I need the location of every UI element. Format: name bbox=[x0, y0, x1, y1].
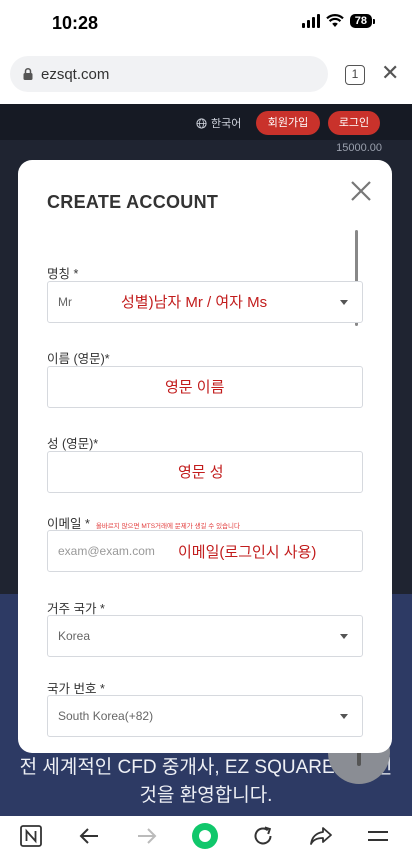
chevron-down-icon bbox=[340, 634, 348, 639]
close-icon[interactable]: ✕ bbox=[381, 60, 399, 86]
naver-home-icon[interactable] bbox=[20, 825, 42, 847]
phone-code-select-value: South Korea(+82) bbox=[58, 709, 154, 723]
join-button[interactable]: 회원가입 bbox=[256, 111, 320, 135]
title-note: 성별)남자 Mr / 여자 Ms bbox=[121, 294, 268, 311]
email-hint: 올바르지 않으면 MTS거래에 문제가 생길 수 있습니다 bbox=[95, 522, 240, 530]
phone-code-select[interactable]: South Korea(+82) bbox=[47, 695, 363, 737]
wifi-icon bbox=[325, 14, 344, 27]
email-placeholder: exam@exam.com bbox=[58, 544, 155, 558]
menu-icon[interactable] bbox=[367, 827, 389, 845]
globe-icon bbox=[196, 117, 207, 129]
country-select-value: Korea bbox=[58, 629, 91, 643]
language-selector[interactable]: 한국어 bbox=[196, 115, 241, 131]
price-ticker: 15000.00 bbox=[336, 142, 382, 154]
status-time: 10:28 bbox=[52, 13, 99, 33]
status-indicators: 78 bbox=[301, 14, 376, 28]
tab-switcher-button[interactable]: 1 bbox=[345, 65, 365, 85]
chevron-down-icon bbox=[340, 714, 348, 719]
share-icon[interactable] bbox=[309, 825, 333, 847]
email-note: 이메일(로그인시 사용) bbox=[178, 544, 317, 561]
language-label: 한국어 bbox=[211, 118, 242, 130]
back-arrow-icon[interactable] bbox=[78, 826, 100, 846]
green-dot-icon[interactable] bbox=[190, 821, 220, 851]
title-label: 명칭 * bbox=[47, 267, 79, 281]
login-button[interactable]: 로그인 bbox=[328, 111, 380, 135]
lock-icon bbox=[23, 67, 33, 80]
browser-toolbar: ezsqt.com 1 ✕ bbox=[0, 46, 412, 104]
battery-icon: 78 bbox=[349, 14, 376, 28]
first-name-label: 이름 (영문)* bbox=[47, 352, 110, 366]
refresh-icon[interactable] bbox=[251, 824, 275, 848]
close-icon[interactable] bbox=[348, 178, 374, 204]
site-header: 한국어 회원가입 로그인 bbox=[0, 104, 412, 140]
create-account-modal: CREATE ACCOUNT 명칭 * Mr 성별)남자 Mr / 여자 Ms … bbox=[18, 160, 392, 753]
modal-title: CREATE ACCOUNT bbox=[47, 192, 219, 212]
first-name-note: 영문 이름 bbox=[165, 379, 225, 396]
last-name-label: 성 (영문)* bbox=[47, 437, 99, 451]
title-select-value: Mr bbox=[58, 295, 72, 309]
address-bar[interactable]: ezsqt.com bbox=[10, 56, 328, 92]
status-bar: 10:28 78 bbox=[0, 0, 412, 46]
browser-bottom-bar bbox=[0, 816, 412, 857]
last-name-note: 영문 성 bbox=[178, 464, 224, 481]
chevron-down-icon bbox=[340, 300, 348, 305]
url-text: ezsqt.com bbox=[41, 65, 110, 83]
forward-arrow-icon[interactable] bbox=[136, 826, 158, 846]
signal-icon bbox=[301, 14, 320, 28]
country-select[interactable]: Korea bbox=[47, 615, 363, 657]
